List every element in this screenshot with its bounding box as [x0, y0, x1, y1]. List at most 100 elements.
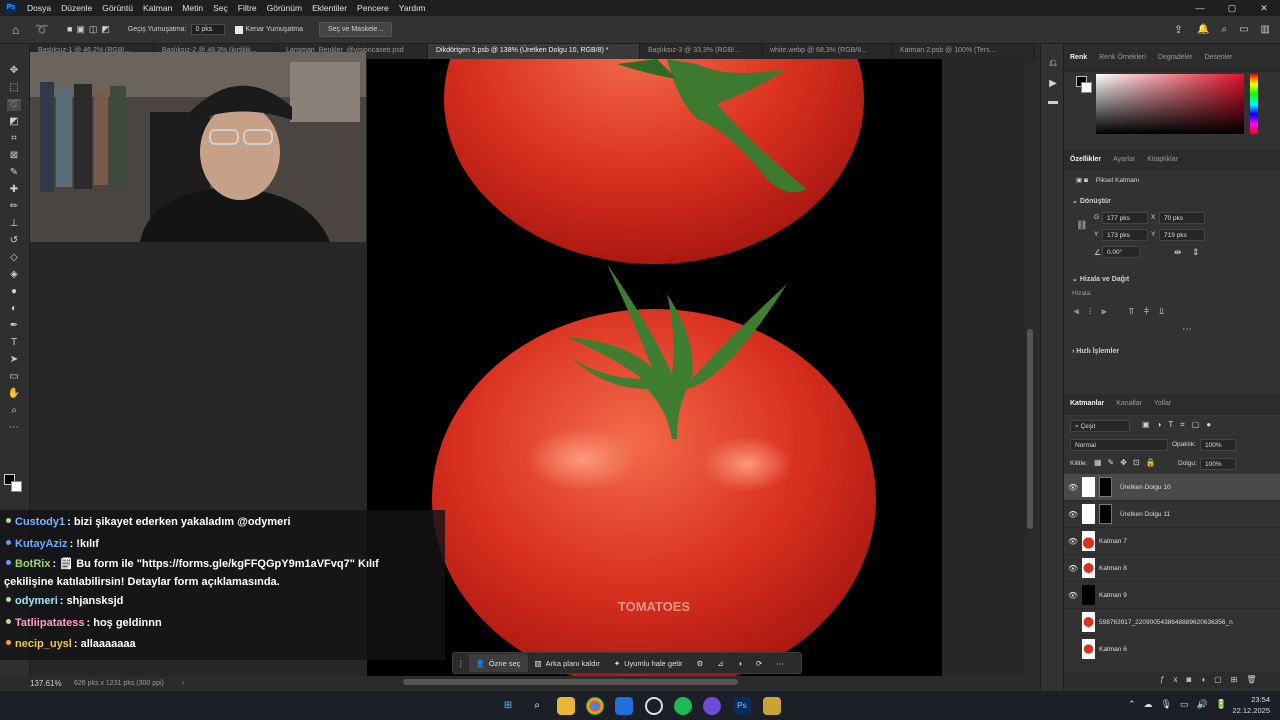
clone-stamp-icon[interactable]: ⊥	[7, 218, 21, 230]
minimize-button[interactable]: —	[1184, 0, 1216, 16]
history-icon[interactable]: ⎌	[1046, 58, 1060, 70]
zoom-level[interactable]: 137.61%	[30, 679, 70, 688]
selection-mode-icons[interactable]: ■▣◫◩	[67, 24, 114, 35]
width-field[interactable]: 177 pks	[1102, 212, 1148, 224]
visibility-eye-icon[interactable]: 👁	[1064, 591, 1082, 600]
layer-row[interactable]: 👁 Üretken Dolgu 10	[1064, 474, 1280, 501]
actions-play-icon[interactable]: ▶	[1046, 78, 1060, 90]
workspace-icon[interactable]: ▭	[1239, 24, 1248, 35]
menu-plugins[interactable]: Eklentiler	[307, 3, 352, 13]
type-tool-icon[interactable]: T	[7, 337, 21, 349]
tab-color[interactable]: Renk	[1064, 54, 1093, 61]
remove-background-button[interactable]: ▨ Arka planı kaldır	[528, 654, 607, 672]
search-icon[interactable]: ⌕	[1221, 24, 1227, 35]
tab-paths[interactable]: Yollar	[1148, 400, 1177, 407]
bell-icon[interactable]: 🔔	[1197, 24, 1209, 35]
search-icon[interactable]: ⌕	[528, 697, 546, 715]
close-button[interactable]: ✕	[1248, 0, 1280, 16]
visibility-eye-icon[interactable]: 👁	[1064, 483, 1082, 492]
link-icon[interactable]: ⛓	[1076, 220, 1087, 231]
menu-select[interactable]: Seç	[208, 3, 233, 13]
antialias-checkbox[interactable]: Kenar Yumuşatma	[234, 25, 303, 34]
zoom-tool-icon[interactable]: ⌕	[7, 405, 21, 417]
rectangle-tool-icon[interactable]: ▭	[7, 371, 21, 383]
vertical-scrollbar[interactable]	[1025, 59, 1035, 676]
select-subject-button[interactable]: 👤 Özne seç	[468, 654, 528, 672]
select-and-mask-button[interactable]: Seç ve Maskele...	[319, 22, 393, 37]
menu-type[interactable]: Metin	[177, 3, 208, 13]
menu-view[interactable]: Görünüm	[262, 3, 307, 13]
quick-actions-title[interactable]: › Hızlı İşlemler	[1072, 348, 1119, 355]
folder-icon[interactable]	[763, 697, 781, 715]
layer-filter-select[interactable]: ⌕ Çeşit	[1070, 420, 1130, 432]
color-background-swatch[interactable]	[1081, 82, 1092, 93]
hue-slider[interactable]	[1250, 74, 1258, 134]
tab-layers[interactable]: Katmanlar	[1064, 400, 1110, 407]
layer-mask-thumbnail[interactable]	[1099, 504, 1112, 524]
lasso-tool-icon[interactable]: ➰	[7, 99, 21, 111]
status-arrow-icon[interactable]: ›	[182, 680, 184, 687]
tab-gradients[interactable]: Degradeler	[1152, 54, 1199, 61]
dodge-tool-icon[interactable]: ◐	[7, 303, 21, 315]
frame-tool-icon[interactable]: ⊠	[7, 150, 21, 162]
menu-file[interactable]: Dosya	[22, 3, 56, 13]
adjust-icon[interactable]: ⚙	[689, 654, 710, 672]
pen-tool-icon[interactable]: ✒	[7, 320, 21, 332]
more-tools-icon[interactable]: ⋯	[7, 422, 21, 434]
fill-field[interactable]: 100%	[1200, 458, 1236, 470]
blend-mode-select[interactable]: Normal	[1070, 439, 1168, 451]
more-align-icon[interactable]: ⋯	[1182, 324, 1192, 335]
tab-adjustments[interactable]: Ayarlar	[1107, 156, 1141, 163]
align-section-title[interactable]: ⌄ Hizala ve Dağıt	[1072, 275, 1129, 283]
marquee-tool-icon[interactable]: ⬚	[7, 82, 21, 94]
opacity-field[interactable]: 100%	[1200, 439, 1236, 451]
lasso-tool-icon[interactable]: ➰	[35, 23, 49, 36]
share-icon[interactable]: ⇪	[1174, 23, 1183, 36]
menu-layer[interactable]: Katman	[138, 3, 177, 13]
feather-input[interactable]: 0 pks	[190, 24, 225, 35]
store-icon[interactable]	[615, 697, 633, 715]
align-icons[interactable]: ⫷⫶⫸ ⫪⫩⫫	[1074, 306, 1174, 317]
lock-icons[interactable]: ▦✎✥⊡🔒	[1094, 458, 1162, 467]
layer-actions-bar[interactable]: ƒx◙◑▢⊞🗑	[1064, 672, 1280, 688]
height-field[interactable]: 173 pks	[1102, 229, 1148, 241]
menu-help[interactable]: Yardım	[394, 3, 431, 13]
paint-bucket-icon[interactable]: ◈	[7, 269, 21, 281]
layer-row[interactable]: Katman 6	[1064, 636, 1280, 663]
tray-icons[interactable]: ⌃☁🎙▭🔊🔋	[1128, 699, 1235, 710]
app-icon[interactable]	[645, 697, 663, 715]
layer-row[interactable]: 598763917_2209005438648889620636356_n	[1064, 609, 1280, 636]
blur-tool-icon[interactable]: ●	[7, 286, 21, 298]
file-explorer-icon[interactable]	[557, 697, 575, 715]
drag-handle-icon[interactable]: ⋮	[453, 654, 469, 672]
mask-icon[interactable]: ◑	[731, 654, 750, 672]
tab-libraries[interactable]: Kitaplıklar	[1141, 156, 1184, 163]
harmonize-button[interactable]: ✦ Uyumlu hale getir	[607, 654, 690, 672]
path-select-icon[interactable]: ➤	[7, 354, 21, 366]
tab-swatches[interactable]: Renk Örnekleri	[1093, 54, 1152, 61]
home-icon[interactable]: ⌂	[12, 23, 19, 37]
x-field[interactable]: 70 pks	[1159, 212, 1205, 224]
fill-icon[interactable]: ⟳	[749, 654, 769, 672]
object-select-tool-icon[interactable]: ◩	[7, 116, 21, 128]
menu-image[interactable]: Görüntü	[97, 3, 138, 13]
obs-icon[interactable]	[703, 697, 721, 715]
healing-brush-icon[interactable]: ✚	[7, 184, 21, 196]
flip-horizontal-icon[interactable]: ⇹	[1174, 247, 1182, 258]
tab-document-5[interactable]: Başlıksız-3 @ 33,3% (RGB/...	[640, 44, 762, 59]
visibility-eye-icon[interactable]: 👁	[1064, 564, 1082, 573]
tab-channels[interactable]: Kanallar	[1110, 400, 1148, 407]
layer-row[interactable]: 👁 Katman 7	[1064, 528, 1280, 555]
history-brush-icon[interactable]: ↺	[7, 235, 21, 247]
tab-properties[interactable]: Özellikler	[1064, 156, 1107, 163]
comments-icon[interactable]: ▬	[1046, 96, 1060, 108]
more-options-icon[interactable]: ⋯	[769, 654, 791, 672]
menu-window[interactable]: Pencere	[352, 3, 394, 13]
layer-filter-icons[interactable]: ▣◑T⌗▢●	[1142, 420, 1218, 430]
spotify-icon[interactable]	[674, 697, 692, 715]
horizontal-scrollbar[interactable]	[403, 679, 738, 685]
chrome-icon[interactable]	[586, 697, 604, 715]
eraser-tool-icon[interactable]: ◇	[7, 252, 21, 264]
menu-filter[interactable]: Filtre	[233, 3, 262, 13]
start-icon[interactable]: ⊞	[499, 697, 517, 715]
